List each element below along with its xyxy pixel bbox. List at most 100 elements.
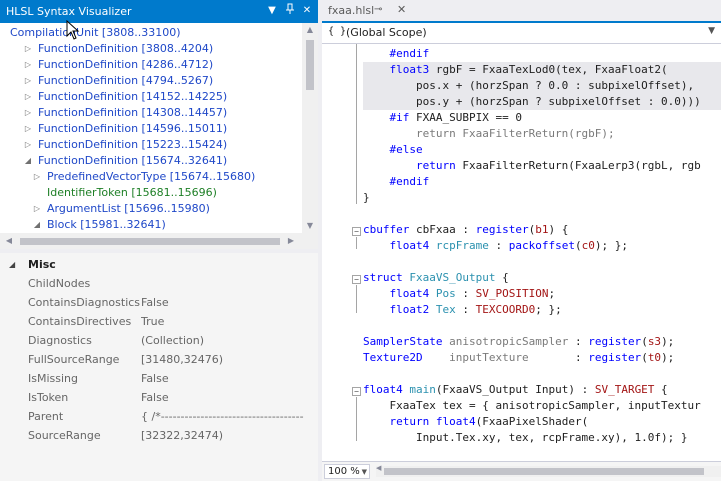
expanded-arrow-icon[interactable]: ◢: [32, 217, 42, 233]
property-row[interactable]: FullSourceRange [31480,32476): [0, 350, 318, 369]
collapsed-arrow-icon[interactable]: ▷: [23, 89, 33, 105]
code-editor[interactable]: − − − #endif float3 rgbF = FxaaTexLod0(t…: [322, 44, 721, 461]
code-line[interactable]: }: [363, 190, 370, 206]
scroll-up-icon[interactable]: ▲: [302, 23, 318, 37]
code-token: Pos: [435, 287, 456, 300]
property-row[interactable]: IsMissing False: [0, 369, 318, 388]
collapsed-arrow-icon[interactable]: ▷: [23, 121, 33, 137]
collapsed-arrow-icon[interactable]: ▷: [23, 41, 33, 57]
code-line[interactable]: #if FXAA_SUBPIX == 0: [363, 110, 522, 126]
property-row[interactable]: IsToken False: [0, 388, 318, 407]
tree-node[interactable]: ▷ FunctionDefinition [4286..4712): [0, 57, 302, 73]
category-label: Misc: [28, 258, 56, 271]
collapse-icon[interactable]: −: [352, 227, 361, 236]
collapsed-arrow-icon[interactable]: ▷: [23, 73, 33, 89]
scroll-left-icon[interactable]: ◀: [376, 464, 381, 472]
code-line[interactable]: #else: [363, 142, 422, 158]
collapsed-arrow-icon[interactable]: ▷: [23, 137, 33, 153]
code-line[interactable]: return FxaaFilterReturn(FxaaLerp3(rgbL, …: [363, 158, 701, 174]
code-token: float4: [363, 287, 430, 300]
collapse-icon[interactable]: −: [352, 275, 361, 284]
tree-node[interactable]: CompilationUnit [3808..33100): [0, 25, 302, 41]
scroll-right-icon[interactable]: ▶: [284, 233, 298, 249]
code-line[interactable]: #endif: [363, 174, 429, 190]
code-line[interactable]: float4 Pos : SV_POSITION;: [363, 286, 555, 302]
tree-node[interactable]: ◢ Block [15981..32641): [0, 217, 302, 233]
code-line[interactable]: float3 rgbF = FxaaTexLod0(tex, FxaaFloat…: [363, 62, 667, 78]
tree-node[interactable]: ▷ FunctionDefinition [14596..15011): [0, 121, 302, 137]
property-row[interactable]: Diagnostics (Collection): [0, 331, 318, 350]
property-row[interactable]: Parent { /*------------------------------…: [0, 407, 318, 426]
property-row[interactable]: ContainsDirectives True: [0, 312, 318, 331]
code-token: register: [475, 223, 529, 236]
code-line[interactable]: #endif: [363, 46, 429, 62]
code-line[interactable]: float4 rcpFrame : packoffset(c0); };: [363, 238, 627, 254]
scroll-thumb[interactable]: [20, 238, 280, 245]
code-token: float2: [363, 303, 430, 316]
syntax-tree[interactable]: CompilationUnit [3808..33100) ▷ FunctionDe…: [0, 23, 318, 233]
scroll-thumb[interactable]: [306, 40, 314, 90]
chevron-down-icon[interactable]: ▼: [708, 26, 715, 36]
code-line[interactable]: float4 main(FxaaVS_Output Input) : SV_TA…: [363, 382, 668, 398]
code-line[interactable]: FxaaTex tex = { anisotropicSampler, inpu…: [363, 398, 700, 414]
scroll-down-icon[interactable]: ▼: [302, 219, 318, 233]
property-row[interactable]: SourceRange [32322,32474): [0, 426, 318, 445]
property-category[interactable]: ◢ Misc: [0, 257, 318, 273]
code-line[interactable]: struct FxaaVS_Output {: [363, 270, 509, 286]
tree-node[interactable]: ◢ FunctionDefinition [15674..32641): [0, 153, 302, 169]
chevron-down-icon[interactable]: ▼: [362, 465, 367, 479]
code-line[interactable]: return FxaaFilterReturn(rgbF);: [363, 126, 615, 142]
pin-icon[interactable]: [282, 3, 298, 19]
code-token: SV_POSITION: [475, 287, 549, 300]
property-row[interactable]: ChildNodes: [0, 274, 318, 293]
close-icon[interactable]: ✕: [397, 3, 406, 16]
tree-vertical-scrollbar[interactable]: ▲ ▼: [302, 23, 318, 233]
collapsed-arrow-icon[interactable]: ▷: [23, 105, 33, 121]
expanded-arrow-icon[interactable]: ◢: [9, 257, 15, 273]
pin-icon[interactable]: ⊸: [374, 4, 382, 15]
dropdown-icon[interactable]: ▼: [264, 3, 280, 19]
tree-node[interactable]: ▷ ArgumentList [15696..15980): [0, 201, 302, 217]
document-tab[interactable]: fxaa.hlsl ⊸ ✕: [322, 0, 414, 21]
tree-node[interactable]: ▷ FunctionDefinition [15223..15424): [0, 137, 302, 153]
tree-node[interactable]: ▷ FunctionDefinition [3808..4204): [0, 41, 302, 57]
code-line[interactable]: Input.Tex.xy, tex, rcpFrame.xy), 1.0f); …: [363, 430, 688, 446]
tree-node[interactable]: ▷ FunctionDefinition [4794..5267): [0, 73, 302, 89]
code-line[interactable]: return float4(FxaaPixelShader(: [363, 414, 588, 430]
collapse-icon[interactable]: −: [352, 387, 361, 396]
tree-node[interactable]: ▷ PredefinedVectorType [15674..15680): [0, 169, 302, 185]
code-line[interactable]: pos.x + (horzSpan ? 0.0 : subpixelOffset…: [363, 78, 694, 94]
code-token: :: [488, 239, 509, 252]
expanded-arrow-icon[interactable]: ◢: [23, 153, 33, 169]
tool-window-title-bar[interactable]: HLSL Syntax Visualizer ▼ ✕: [0, 0, 318, 23]
collapsed-arrow-icon[interactable]: ▷: [23, 57, 33, 73]
zoom-dropdown[interactable]: 100 % ▼: [324, 464, 370, 479]
collapsed-arrow-icon[interactable]: ▷: [32, 169, 42, 185]
scope-dropdown[interactable]: { } (Global Scope) ▼: [322, 23, 721, 44]
code-token: register: [588, 351, 642, 364]
code-token: (FxaaVS_Output Input) :: [435, 383, 595, 396]
tree-node-label: FunctionDefinition [14308..14457): [38, 106, 228, 119]
editor-horizontal-scrollbar[interactable]: ◀: [376, 464, 721, 477]
tree-node[interactable]: ▷ FunctionDefinition [14308..14457): [0, 105, 302, 121]
code-line[interactable]: float2 Tex : TEXCOORD0; };: [363, 302, 561, 318]
code-line[interactable]: pos.y + (horzSpan ? subpixelOffset : 0.0…: [363, 94, 701, 110]
collapsed-arrow-icon[interactable]: ▷: [32, 201, 42, 217]
code-token: #endif: [363, 47, 430, 60]
tree-node-label: FunctionDefinition [4794..5267): [38, 74, 214, 87]
scroll-left-icon[interactable]: ◀: [2, 233, 16, 249]
scroll-thumb[interactable]: [384, 468, 704, 475]
tree-node[interactable]: IdentifierToken [15681..15696): [0, 185, 302, 201]
tree-node-label: IdentifierToken [15681..15696): [47, 186, 217, 199]
code-line[interactable]: SamplerState anisotropicSampler : regist…: [363, 334, 674, 350]
property-value: (Collection): [141, 334, 204, 347]
code-token: register: [588, 335, 642, 348]
code-line[interactable]: cbuffer cbFxaa : register(b1) {: [363, 222, 568, 238]
outline-line: [356, 44, 357, 204]
code-token: FXAA_SUBPIX == 0: [409, 111, 522, 124]
tree-horizontal-scrollbar[interactable]: ◀ ▶: [0, 233, 318, 249]
close-icon[interactable]: ✕: [299, 3, 315, 19]
code-line[interactable]: Texture2D inputTexture : register(t0);: [363, 350, 674, 366]
property-row[interactable]: ContainsDiagnostics False: [0, 293, 318, 312]
tree-node[interactable]: ▷ FunctionDefinition [14152..14225): [0, 89, 302, 105]
